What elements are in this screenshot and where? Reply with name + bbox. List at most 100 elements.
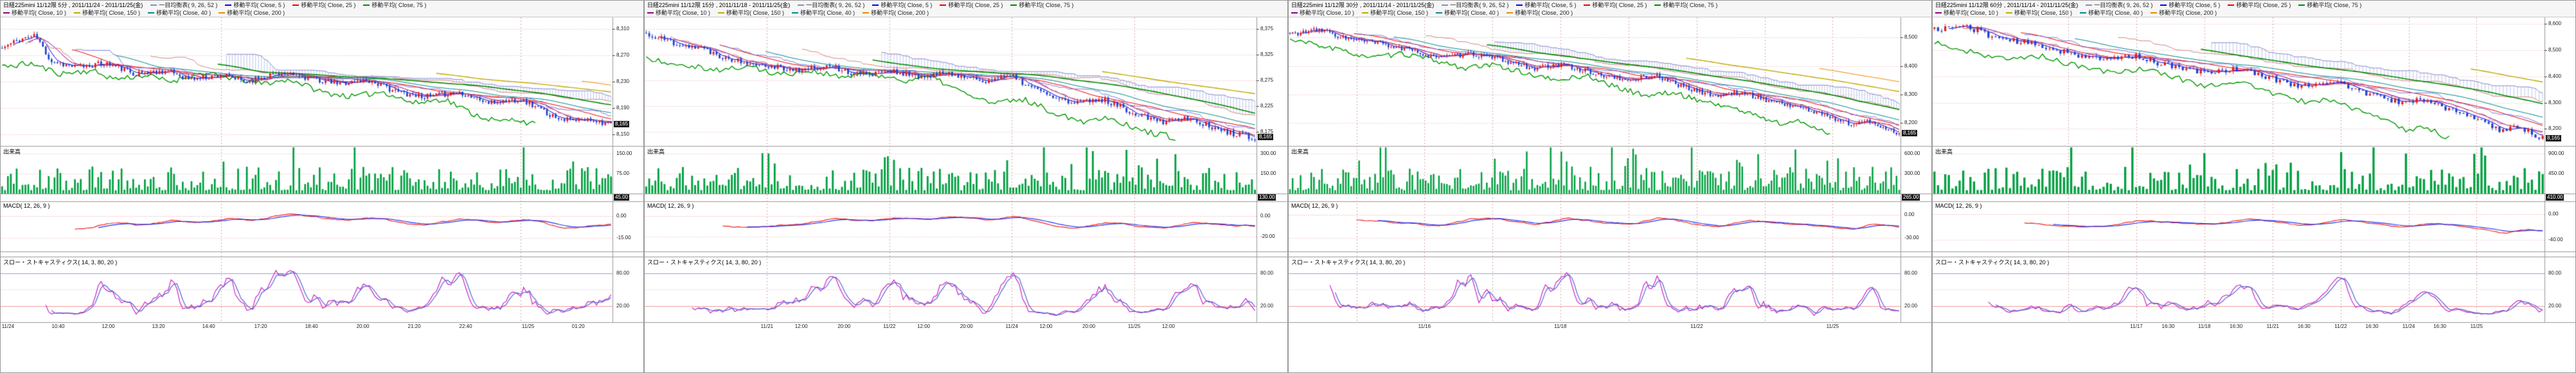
- chart-canvas[interactable]: [1289, 17, 1931, 372]
- chart-canvas[interactable]: [645, 17, 1287, 372]
- chart-area[interactable]: 出来高 MACD( 12, 26, 9 ) スロー・ストキャスティクス( 14,…: [645, 17, 1287, 372]
- stoch-tick-label: 20.00: [1260, 303, 1273, 309]
- legend-swatch-icon: [1362, 12, 1368, 14]
- panel-header: 日経225mini 11/12限 5分 , 2011/11/24 - 2011/…: [1, 1, 643, 17]
- header-row-1: 日経225mini 11/12限 5分 , 2011/11/24 - 2011/…: [3, 1, 641, 9]
- legend-item: 移動平均( Close, 40 ): [792, 9, 855, 17]
- legend-row-2: 移動平均( Close, 10 ) 移動平均( Close, 150 ) 移動平均(…: [1935, 9, 2224, 17]
- legend-item: 移動平均( Close, 200 ): [2151, 9, 2217, 17]
- time-axis-label: 11/21: [761, 323, 773, 329]
- time-axis-label: 11/18: [2198, 323, 2210, 329]
- legend-swatch-icon: [647, 12, 654, 14]
- header-row-2: 移動平均( Close, 10 ) 移動平均( Close, 150 ) 移動平均(…: [1291, 9, 1929, 17]
- volume-tick-label: 300.00: [1904, 170, 1920, 176]
- time-axis-label: 12:00: [1162, 323, 1175, 329]
- header-row-2: 移動平均( Close, 10 ) 移動平均( Close, 150 ) 移動平均(…: [1935, 9, 2573, 17]
- volume-tick-label: 600.00: [1904, 150, 1920, 156]
- volume-section-label: 出来高: [1935, 147, 1953, 156]
- legend-label: 移動平均( Close, 75 ): [1663, 1, 1717, 9]
- price-tick-label: 8,225: [1260, 103, 1273, 109]
- legend-swatch-icon: [718, 12, 724, 14]
- panel-header: 日経225mini 11/12限 60分 , 2011/11/14 - 2011…: [1933, 1, 2575, 17]
- legend-label: 移動平均( Close, 10 ): [12, 9, 66, 17]
- time-axis-label: 11/25: [1827, 323, 1839, 329]
- time-axis-label: 11/21: [2267, 323, 2279, 329]
- price-tick-label: 8,150: [616, 131, 629, 137]
- time-axis-label: 11/22: [2334, 323, 2347, 329]
- legend-label: 移動平均( Close, 150 ): [726, 9, 784, 17]
- price-tick-label: 8,230: [616, 78, 629, 84]
- last-price-badge: 8,165: [1258, 134, 1273, 140]
- legend-item: 移動平均( Close, 75 ): [2298, 1, 2361, 9]
- price-tick-label: 8,300: [2548, 100, 2561, 105]
- legend-row-1: 一目均衡表( 9, 26, 52 )移動平均( Close, 5 )移動平均( …: [1442, 1, 1725, 9]
- chart-area[interactable]: 出来高 MACD( 12, 26, 9 ) スロー・ストキャスティクス( 14,…: [1289, 17, 1931, 372]
- legend-swatch-icon: [2228, 5, 2234, 6]
- legend-row-2: 移動平均( Close, 10 ) 移動平均( Close, 150 ) 移動平均(…: [647, 9, 936, 17]
- legend-swatch-icon: [798, 5, 804, 6]
- stoch-section-label: スロー・ストキャスティクス( 14, 3, 80, 20 ): [1291, 258, 1405, 266]
- stoch-tick-label: 20.00: [616, 303, 629, 309]
- legend-swatch-icon: [1442, 5, 1448, 6]
- legend-item: 移動平均( Close, 150 ): [2006, 9, 2072, 17]
- legend-swatch-icon: [2151, 12, 2157, 14]
- volume-tick-label: 150.00: [616, 150, 632, 156]
- price-tick-label: 8,375: [1260, 26, 1273, 32]
- header-row-1: 日経225mini 11/12限 30分 , 2011/11/14 - 2011…: [1291, 1, 1929, 9]
- legend-swatch-icon: [2080, 12, 2086, 14]
- price-tick-label: 8,500: [2548, 47, 2561, 53]
- price-tick-label: 8,310: [616, 26, 629, 32]
- last-volume-badge: 130.00: [1258, 194, 1276, 201]
- price-tick-label: 8,600: [2548, 21, 2561, 26]
- legend-item: 移動平均( Close, 25 ): [1584, 1, 1647, 9]
- chart-canvas[interactable]: [1, 17, 643, 372]
- macd-tick-label: 0.00: [1904, 212, 1915, 217]
- header-row-2: 移動平均( Close, 10 )移動平均( Close, 150 )移動平均(…: [3, 9, 641, 17]
- legend-swatch-icon: [148, 12, 154, 14]
- legend-swatch-icon: [219, 12, 225, 14]
- legend-label: 移動平均( Close, 10 ): [656, 9, 710, 17]
- time-axis-label: 11/16: [1418, 323, 1431, 329]
- legend-item: 移動平均( Close, 10 ): [647, 9, 710, 17]
- chart-canvas[interactable]: [1933, 17, 2575, 372]
- time-axis-label: 20:00: [1082, 323, 1095, 329]
- legend-swatch-icon: [2086, 5, 2092, 6]
- legend-label: 移動平均( Close, 40 ): [156, 9, 211, 17]
- legend-label: 移動平均( Close, 200 ): [1515, 9, 1573, 17]
- price-tick-label: 8,270: [616, 52, 629, 58]
- last-volume-badge: 410.00: [2546, 194, 2564, 201]
- legend-label: 移動平均( Close, 25 ): [948, 1, 1003, 9]
- last-volume-badge: 45.00: [614, 194, 629, 201]
- macd-tick-label: -15.00: [616, 235, 631, 241]
- macd-tick-label: -20.00: [1260, 233, 1275, 239]
- time-axis-label: 01:20: [572, 323, 585, 329]
- legend-row-1: 一目均衡表( 9, 26, 52 )移動平均( Close, 5 )移動平均( …: [798, 1, 1081, 9]
- legend-item: 移動平均( Close, 75 ): [363, 1, 426, 9]
- legend-item: 移動平均( Close, 5 ): [1516, 1, 1576, 9]
- macd-tick-label: -30.00: [1904, 235, 1919, 241]
- legend-swatch-icon: [940, 5, 946, 6]
- legend-swatch-icon: [363, 5, 370, 6]
- macd-section-label: MACD( 12, 26, 9 ): [3, 203, 50, 209]
- legend-label: 移動平均( Close, 25 ): [301, 1, 355, 9]
- stoch-tick-label: 80.00: [616, 270, 629, 276]
- chart-area[interactable]: 出来高 MACD( 12, 26, 9 ) スロー・ストキャスティクス( 14,…: [1933, 17, 2575, 372]
- legend-label: 移動平均( Close, 10 ): [1944, 9, 1998, 17]
- macd-tick-label: 0.00: [616, 213, 627, 219]
- legend-label: 移動平均( Close, 200 ): [871, 9, 929, 17]
- legend-swatch-icon: [1584, 5, 1590, 6]
- legend-swatch-icon: [1935, 12, 1942, 14]
- header-row-1: 日経225mini 11/12限 15分 , 2011/11/18 - 2011…: [647, 1, 1285, 9]
- chart-area[interactable]: 出来高 MACD( 12, 26, 9 ) スロー・ストキャスティクス( 14,…: [1, 17, 643, 372]
- stoch-tick-label: 20.00: [1904, 303, 1917, 309]
- volume-tick-label: 450.00: [2548, 170, 2564, 176]
- legend-label: 移動平均( Close, 10 ): [1300, 9, 1354, 17]
- time-axis-label: 20:00: [960, 323, 973, 329]
- legend-swatch-icon: [2006, 12, 2012, 14]
- legend-swatch-icon: [225, 5, 231, 6]
- legend-item: 移動平均( Close, 150 ): [1362, 9, 1428, 17]
- price-tick-label: 8,190: [616, 105, 629, 111]
- stoch-section-label: スロー・ストキャスティクス( 14, 3, 80, 20 ): [3, 258, 117, 266]
- time-axis-label: 16:30: [2230, 323, 2242, 329]
- legend-label: 移動平均( Close, 5 ): [1525, 1, 1576, 9]
